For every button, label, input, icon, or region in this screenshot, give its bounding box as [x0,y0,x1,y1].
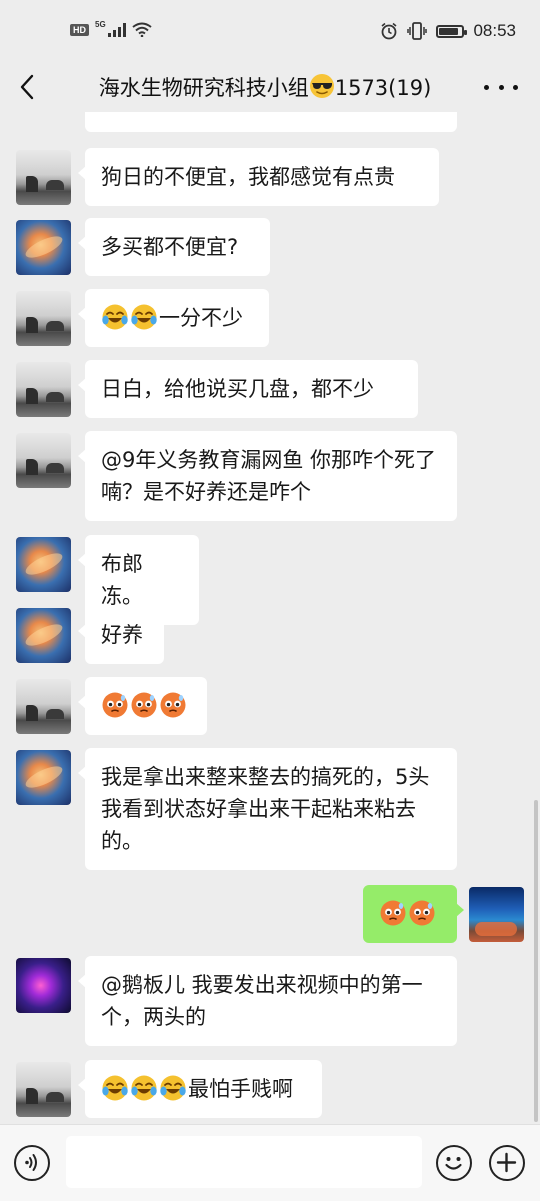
avatar[interactable] [16,1062,71,1117]
message-bubble[interactable] [78,677,207,735]
message-row: 我是拿出来整来整去的搞死的，5头我看到状态好拿出来干起粘来粘去的。 [0,748,540,870]
clock: 08:53 [473,21,516,40]
message-text: 多买都不便宜? [101,235,239,259]
blush-emoji-icon [380,900,406,926]
chevron-left-icon [20,74,34,100]
laugh-cry-emoji-icon [160,1075,186,1101]
avatar[interactable] [16,679,71,734]
message-text: @9年义务教育漏网鱼 你那咋个死了喃？是不好养还是咋个 [101,448,437,504]
message-bubble[interactable]: 日白，给他说买几盘，都不少 [78,360,418,418]
avatar[interactable] [16,958,71,1013]
avatar[interactable] [469,887,524,942]
wifi-icon [132,22,152,37]
voice-button[interactable] [14,1145,50,1181]
message-row: 一分不少 [0,289,540,347]
message-text: 日白，给他说买几盘，都不少 [101,377,374,401]
message-bubble[interactable]: 好养 [78,606,164,664]
avatar[interactable] [16,220,71,275]
message-row: 狗日的不便宜，我都感觉有点贵 [0,148,540,206]
blush-emoji-icon [131,692,157,718]
status-bar: HD 5G 08:53 [0,0,540,62]
plus-button[interactable] [489,1145,525,1181]
status-left: HD 5G [70,20,152,37]
battery-level [439,27,459,35]
message-text: @鹅板儿 我要发出来视频中的第一个，两头的 [101,973,423,1029]
message-text: 布郎冻。 [101,552,143,608]
more-button[interactable] [484,74,518,100]
avatar[interactable] [16,291,71,346]
message-bubble[interactable]: 狗日的不便宜，我都感觉有点贵 [78,148,439,206]
avatar[interactable] [16,750,71,805]
message-bubble[interactable]: @鹅板儿 我要发出来视频中的第一个，两头的 [78,956,457,1046]
laugh-cry-emoji-icon [102,1075,128,1101]
avatar[interactable] [16,150,71,205]
message-text: 好养 [101,623,143,647]
vibrate-icon [407,22,428,40]
message-bubble[interactable] [363,885,464,943]
message-row: @鹅板儿 我要发出来视频中的第一个，两头的 [0,956,540,1046]
message-row: @9年义务教育漏网鱼 你那咋个死了喃？是不好养还是咋个 [0,431,540,521]
member-count: 1573(19) [334,76,432,100]
battery-icon [436,24,468,38]
message-bubble[interactable]: 最怕手贱啊 [78,1060,322,1118]
message-bubble[interactable]: 多买都不便宜? [78,218,270,276]
message-row: 多买都不便宜? [0,218,540,276]
network-type: 5G [95,20,106,29]
laugh-cry-emoji-icon [102,304,128,330]
message-row [0,677,540,735]
avatar[interactable] [16,608,71,663]
message-input[interactable] [66,1136,422,1188]
message-bubble[interactable]: @9年义务教育漏网鱼 你那咋个死了喃？是不好养还是咋个 [78,431,457,521]
message-row: 布郎冻。 [0,535,540,625]
message-bubble[interactable]: 我是拿出来整来整去的搞死的，5头我看到状态好拿出来干起粘来粘去的。 [78,748,457,870]
message-text: 狗日的不便宜，我都感觉有点贵 [101,165,395,189]
chat-header: 海水生物研究科技小组 1573(19) [0,62,540,112]
input-bar [0,1124,540,1201]
message-row [0,885,540,943]
sunglasses-emoji-icon [309,74,334,98]
alarm-icon [381,22,397,40]
status-right: 08:53 [380,21,516,41]
hd-icon: HD [70,23,89,36]
chat-title: 海水生物研究科技小组 1573(19) [60,72,470,102]
message-text: 最怕手贱啊 [188,1077,293,1101]
back-button[interactable] [14,70,44,104]
more-dot [513,84,518,90]
laugh-cry-emoji-icon [131,1075,157,1101]
emoji-button[interactable] [436,1145,472,1181]
message-row: 日白，给他说买几盘，都不少 [0,360,540,418]
avatar[interactable] [16,362,71,417]
avatar[interactable] [16,433,71,488]
voice-icon [25,1154,37,1171]
more-dot [498,84,504,90]
previous-message-bubble [85,112,457,132]
message-row: 好养 [0,606,540,664]
blush-emoji-icon [102,692,128,718]
plus-icon [496,1152,517,1173]
laugh-cry-emoji-icon [131,304,157,330]
smile-icon [445,1157,462,1170]
avatar[interactable] [16,537,71,592]
more-dots-icon [484,84,489,90]
scrollbar[interactable] [534,800,538,1122]
message-list[interactable]: 狗日的不便宜，我都感觉有点贵 多买都不便宜? 一分不少日白，给他说买几盘，都不少 @9… [0,112,540,1124]
signal-icon [107,22,126,37]
message-bubble[interactable]: 一分不少 [78,289,269,347]
message-row: 最怕手贱啊 [0,1060,540,1118]
group-name: 海水生物研究科技小组 [98,76,309,100]
blush-emoji-icon [409,900,435,926]
message-text: 我是拿出来整来整去的搞死的，5头我看到状态好拿出来干起粘来粘去的。 [101,765,430,853]
message-text: 一分不少 [159,306,243,330]
blush-emoji-icon [160,692,186,718]
